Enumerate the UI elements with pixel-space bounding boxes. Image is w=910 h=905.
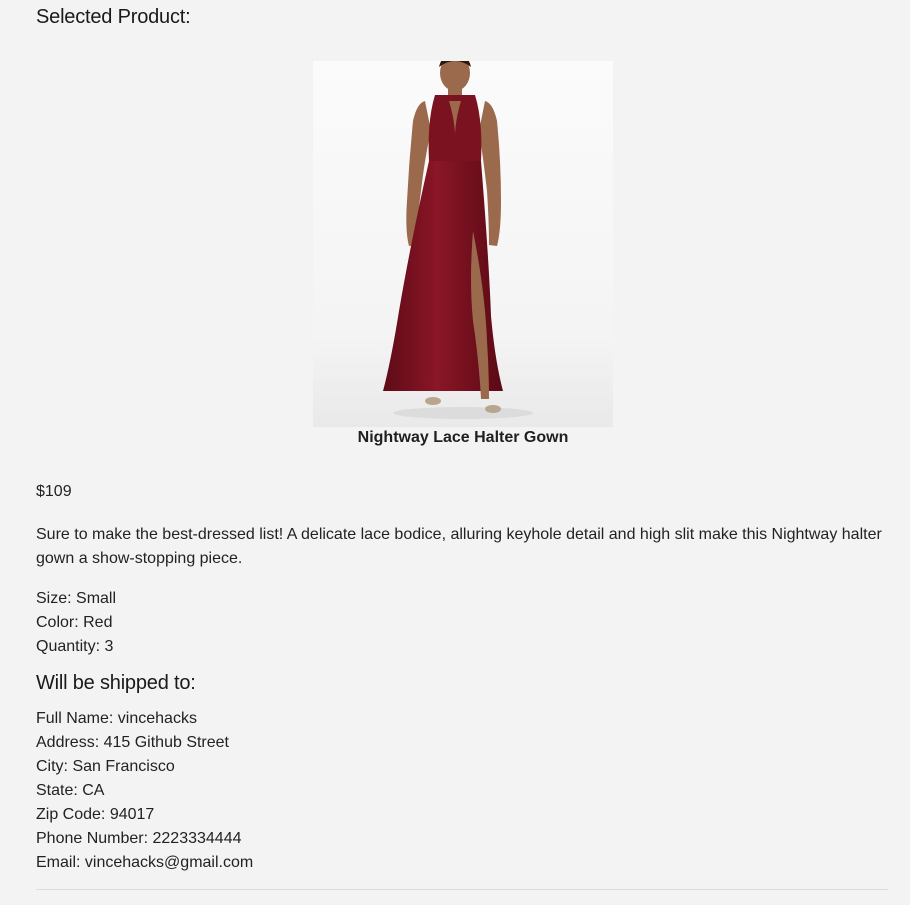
product-price: $109 [36,483,72,500]
product-name: Nightway Lace Halter Gown [357,429,569,446]
product-color: Color: Red [36,614,113,631]
shipping-full-name: Full Name: vincehacks [36,710,197,727]
product-specs: Size: Small Color: Red Quantity: 3 [36,587,116,659]
shipping-address: Address: 415 Github Street [36,734,229,751]
product-quantity: Quantity: 3 [36,638,114,655]
product-description: Sure to make the best-dressed list! A de… [36,526,882,567]
shipping-city: City: San Francisco [36,758,175,775]
shipping-zip: Zip Code: 94017 [36,806,155,823]
product-size: Size: Small [36,590,117,607]
shipping-email: Email: vincehacks@gmail.com [36,854,254,871]
shipping-heading: Will be shipped to: [36,672,196,694]
shipping-state: State: CA [36,782,105,799]
selected-product-heading: Selected Product: [36,6,191,28]
shipping-phone: Phone Number: 2223334444 [36,830,242,847]
bottom-divider [36,889,888,890]
product-image [313,61,613,427]
shipping-details: Full Name: vincehacks Address: 415 Githu… [36,707,253,875]
